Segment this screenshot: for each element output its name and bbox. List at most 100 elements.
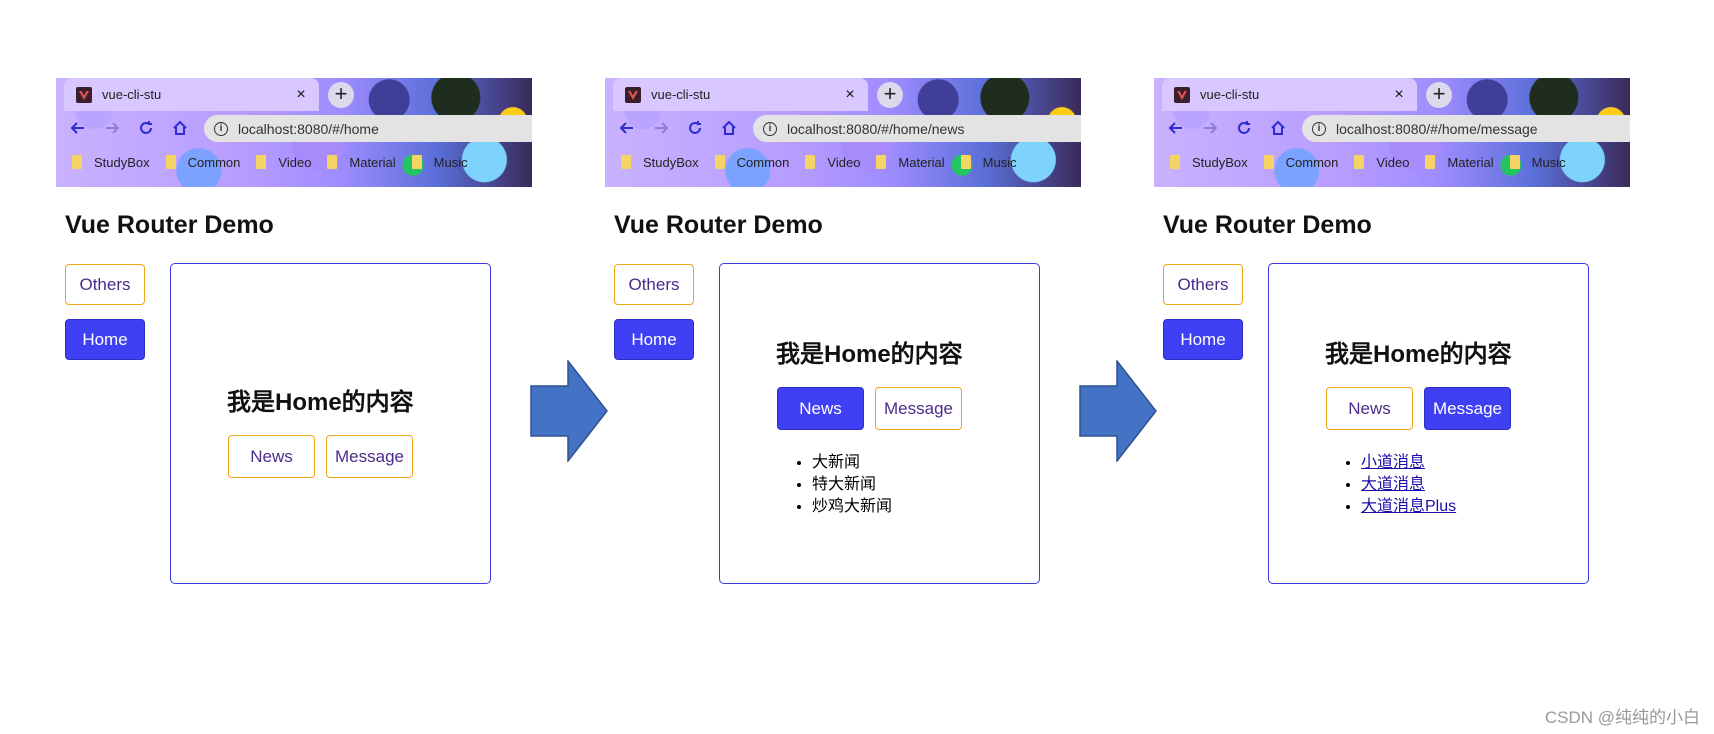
folder-icon: [714, 155, 725, 169]
bookmark-material[interactable]: Material: [327, 155, 396, 170]
bookmark-music[interactable]: Music: [960, 155, 1017, 170]
new-tab-button[interactable]: +: [877, 82, 903, 108]
url-text: localhost:8080/#/home: [238, 120, 379, 137]
content-title: 我是Home的内容: [776, 341, 963, 368]
browser-tab[interactable]: vue-cli-stu ×: [64, 78, 319, 111]
page-title: Vue Router Demo: [65, 211, 274, 239]
folder-icon: [960, 155, 971, 169]
folder-icon: [1170, 155, 1180, 169]
address-bar[interactable]: i localhost:8080/#/home: [204, 115, 532, 142]
bookmark-studybox[interactable]: StudyBox: [621, 155, 699, 170]
message-button[interactable]: Message: [1424, 387, 1511, 430]
new-tab-button[interactable]: +: [328, 82, 354, 108]
folder-icon: [621, 155, 631, 169]
bookmark-material[interactable]: Material: [1425, 155, 1494, 170]
nav-others-button[interactable]: Others: [65, 264, 145, 305]
bookmark-music[interactable]: Music: [1509, 155, 1566, 170]
message-link[interactable]: 大道消息Plus: [1361, 498, 1456, 515]
address-bar[interactable]: i localhost:8080/#/home/news: [753, 115, 1081, 142]
list-item: 特大新闻: [812, 474, 892, 496]
bookmark-video[interactable]: Video: [1354, 155, 1409, 170]
browser-toolbar: i localhost:8080/#/home/message: [1154, 112, 1630, 144]
browser-toolbar: i localhost:8080/#/home/news: [605, 112, 1081, 144]
bookmark-material[interactable]: Material: [876, 155, 945, 170]
list-item: 小道消息: [1361, 452, 1456, 474]
home-content-box: 我是Home的内容 News Message: [170, 263, 491, 584]
folder-icon: [1263, 155, 1274, 169]
close-icon[interactable]: ×: [842, 86, 858, 104]
back-arrow-icon[interactable]: [1166, 118, 1186, 138]
home-icon[interactable]: [719, 118, 739, 138]
bookmark-studybox[interactable]: StudyBox: [1170, 155, 1248, 170]
news-list: 大新闻 特大新闻 炒鸡大新闻: [792, 452, 892, 518]
folder-icon: [165, 155, 176, 169]
bookmark-common[interactable]: Common: [165, 155, 240, 170]
vue-favicon-icon: [625, 86, 641, 103]
nav-home-button[interactable]: Home: [1163, 319, 1243, 360]
browser-tab[interactable]: vue-cli-stu ×: [613, 78, 868, 111]
folder-icon: [327, 155, 338, 169]
folder-icon: [256, 155, 267, 169]
watermark: CSDN @纯纯的小白: [1544, 708, 1700, 727]
nav-home-button[interactable]: Home: [65, 319, 145, 360]
content-title: 我是Home的内容: [227, 389, 414, 416]
browser-tab[interactable]: vue-cli-stu ×: [1162, 78, 1417, 111]
home-content-box: 我是Home的内容 News Message 大新闻 特大新闻 炒鸡大新闻: [719, 263, 1040, 584]
browser-chrome: vue-cli-stu × + i localhost:8080/#/home …: [56, 78, 532, 187]
message-button[interactable]: Message: [326, 435, 413, 478]
page-title: Vue Router Demo: [1163, 211, 1372, 239]
tab-title: vue-cli-stu: [651, 87, 711, 102]
panel-home: vue-cli-stu × + i localhost:8080/#/home …: [56, 78, 532, 598]
reload-icon[interactable]: [1234, 118, 1254, 138]
folder-icon: [876, 155, 887, 169]
list-item: 大道消息: [1361, 474, 1456, 496]
bookmark-music[interactable]: Music: [411, 155, 468, 170]
bookmark-common[interactable]: Common: [1263, 155, 1338, 170]
folder-icon: [1509, 155, 1520, 169]
bookmarks-bar: StudyBox Common Video Material Music: [605, 146, 1081, 178]
bookmarks-bar: StudyBox Common Video Material Music: [1154, 146, 1630, 178]
forward-arrow-icon[interactable]: [102, 118, 122, 138]
close-icon[interactable]: ×: [1391, 86, 1407, 104]
news-button[interactable]: News: [777, 387, 864, 430]
message-list: 小道消息 大道消息 大道消息Plus: [1341, 452, 1456, 518]
bookmark-video[interactable]: Video: [805, 155, 860, 170]
forward-arrow-icon[interactable]: [651, 118, 671, 138]
url-text: localhost:8080/#/home/message: [1336, 120, 1538, 137]
nav-home-button[interactable]: Home: [614, 319, 694, 360]
reload-icon[interactable]: [685, 118, 705, 138]
address-bar[interactable]: i localhost:8080/#/home/message: [1302, 115, 1630, 142]
tab-title: vue-cli-stu: [1200, 87, 1260, 102]
back-arrow-icon[interactable]: [617, 118, 637, 138]
tab-title: vue-cli-stu: [102, 87, 162, 102]
page-title: Vue Router Demo: [614, 211, 823, 239]
content-title: 我是Home的内容: [1325, 341, 1512, 368]
reload-icon[interactable]: [136, 118, 156, 138]
vue-favicon-icon: [76, 86, 92, 103]
close-icon[interactable]: ×: [293, 86, 309, 104]
right-arrow-icon: [1079, 360, 1157, 462]
nav-others-button[interactable]: Others: [1163, 264, 1243, 305]
info-icon: i: [214, 121, 228, 136]
message-button[interactable]: Message: [875, 387, 962, 430]
home-icon[interactable]: [1268, 118, 1288, 138]
message-link[interactable]: 小道消息: [1361, 454, 1425, 471]
bookmark-studybox[interactable]: StudyBox: [72, 155, 150, 170]
browser-chrome: vue-cli-stu × + i localhost:8080/#/home/…: [1154, 78, 1630, 187]
right-arrow-icon: [530, 360, 608, 462]
back-arrow-icon[interactable]: [68, 118, 88, 138]
folder-icon: [411, 155, 422, 169]
home-icon[interactable]: [170, 118, 190, 138]
list-item: 炒鸡大新闻: [812, 496, 892, 518]
bookmark-video[interactable]: Video: [256, 155, 311, 170]
list-item: 大新闻: [812, 452, 892, 474]
message-link[interactable]: 大道消息: [1361, 476, 1425, 493]
news-button[interactable]: News: [228, 435, 315, 478]
browser-chrome: vue-cli-stu × + i localhost:8080/#/home/…: [605, 78, 1081, 187]
forward-arrow-icon[interactable]: [1200, 118, 1220, 138]
nav-others-button[interactable]: Others: [614, 264, 694, 305]
folder-icon: [1425, 155, 1436, 169]
bookmark-common[interactable]: Common: [714, 155, 789, 170]
news-button[interactable]: News: [1326, 387, 1413, 430]
new-tab-button[interactable]: +: [1426, 82, 1452, 108]
